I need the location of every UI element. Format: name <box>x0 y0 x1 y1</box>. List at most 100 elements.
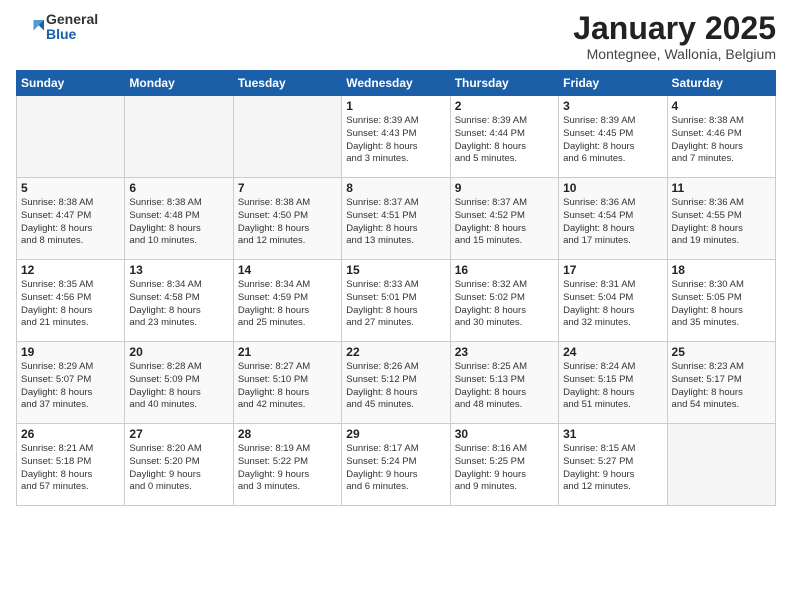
day-num-2-2: 14 <box>238 263 337 277</box>
page: General Blue January 2025 Montegnee, Wal… <box>0 0 792 612</box>
day-num-3-6: 25 <box>672 345 771 359</box>
logo-icon <box>16 13 44 41</box>
cell-3-6: 25 Sunrise: 8:23 AMSunset: 5:17 PMDayligh… <box>667 342 775 424</box>
cell-1-5: 10 Sunrise: 8:36 AMSunset: 4:54 PMDayligh… <box>559 178 667 260</box>
day-info-4-5: Sunrise: 8:15 AMSunset: 5:27 PMDaylight:… <box>563 443 662 494</box>
day-info-3-4: Sunrise: 8:25 AMSunset: 5:13 PMDaylight:… <box>455 361 554 412</box>
cell-4-5: 31 Sunrise: 8:15 AMSunset: 5:27 PMDayligh… <box>559 424 667 506</box>
day-info-2-4: Sunrise: 8:32 AMSunset: 5:02 PMDaylight:… <box>455 279 554 330</box>
week-row-2: 12Sunrise: 8:35 AMSunset: 4:56 PMDayligh… <box>17 260 776 342</box>
header-sunday: Sunday <box>17 71 125 96</box>
cell-3-0: 19Sunrise: 8:29 AMSunset: 5:07 PMDayligh… <box>17 342 125 424</box>
cell-1-1: 6 Sunrise: 8:38 AMSunset: 4:48 PMDaylight… <box>125 178 233 260</box>
cell-0-6: 4 Sunrise: 8:38 AMSunset: 4:46 PMDaylight… <box>667 96 775 178</box>
day-info-1-1: Sunrise: 8:38 AMSunset: 4:48 PMDaylight:… <box>129 197 228 248</box>
day-info-2-6: Sunrise: 8:30 AMSunset: 5:05 PMDaylight:… <box>672 279 771 330</box>
cell-4-3: 29 Sunrise: 8:17 AMSunset: 5:24 PMDayligh… <box>342 424 450 506</box>
day-num-3-1: 20 <box>129 345 228 359</box>
day-num-4-5: 31 <box>563 427 662 441</box>
logo: General Blue <box>16 12 98 43</box>
day-info-4-0: Sunrise: 8:21 AMSunset: 5:18 PMDaylight:… <box>21 443 120 494</box>
day-num-0-3: 1 <box>346 99 445 113</box>
day-info-3-0: Sunrise: 8:29 AMSunset: 5:07 PMDaylight:… <box>21 361 120 412</box>
cell-2-1: 13Sunrise: 8:34 AMSunset: 4:58 PMDayligh… <box>125 260 233 342</box>
day-num-2-6: 18 <box>672 263 771 277</box>
day-num-1-1: 6 <box>129 181 228 195</box>
header-saturday: Saturday <box>667 71 775 96</box>
day-num-4-4: 30 <box>455 427 554 441</box>
cell-4-2: 28 Sunrise: 8:19 AMSunset: 5:22 PMDayligh… <box>233 424 341 506</box>
day-num-4-1: 27 <box>129 427 228 441</box>
logo-general: General <box>46 12 98 27</box>
cell-4-1: 27 Sunrise: 8:20 AMSunset: 5:20 PMDayligh… <box>125 424 233 506</box>
day-num-3-2: 21 <box>238 345 337 359</box>
cell-1-2: 7 Sunrise: 8:38 AMSunset: 4:50 PMDaylight… <box>233 178 341 260</box>
cell-0-5: 3Sunrise: 8:39 AMSunset: 4:45 PMDaylight… <box>559 96 667 178</box>
day-info-3-5: Sunrise: 8:24 AMSunset: 5:15 PMDaylight:… <box>563 361 662 412</box>
day-info-3-3: Sunrise: 8:26 AMSunset: 5:12 PMDaylight:… <box>346 361 445 412</box>
cell-0-0 <box>17 96 125 178</box>
cell-3-2: 21 Sunrise: 8:27 AMSunset: 5:10 PMDayligh… <box>233 342 341 424</box>
cell-4-0: 26 Sunrise: 8:21 AMSunset: 5:18 PMDayligh… <box>17 424 125 506</box>
calendar-table: Sunday Monday Tuesday Wednesday Thursday… <box>16 70 776 506</box>
day-num-1-5: 10 <box>563 181 662 195</box>
calendar-subtitle: Montegnee, Wallonia, Belgium <box>573 46 776 62</box>
day-info-4-1: Sunrise: 8:20 AMSunset: 5:20 PMDaylight:… <box>129 443 228 494</box>
header-thursday: Thursday <box>450 71 558 96</box>
day-info-0-5: Sunrise: 8:39 AMSunset: 4:45 PMDaylight:… <box>563 115 662 166</box>
day-info-3-6: Sunrise: 8:23 AMSunset: 5:17 PMDaylight:… <box>672 361 771 412</box>
cell-0-2 <box>233 96 341 178</box>
day-num-1-3: 8 <box>346 181 445 195</box>
day-num-1-4: 9 <box>455 181 554 195</box>
day-info-1-3: Sunrise: 8:37 AMSunset: 4:51 PMDaylight:… <box>346 197 445 248</box>
day-info-2-2: Sunrise: 8:34 AMSunset: 4:59 PMDaylight:… <box>238 279 337 330</box>
cell-2-6: 18 Sunrise: 8:30 AMSunset: 5:05 PMDayligh… <box>667 260 775 342</box>
day-info-0-3: Sunrise: 8:39 AMSunset: 4:43 PMDaylight:… <box>346 115 445 166</box>
header-friday: Friday <box>559 71 667 96</box>
day-num-2-1: 13 <box>129 263 228 277</box>
calendar-title: January 2025 <box>573 12 776 44</box>
logo-blue: Blue <box>46 27 98 42</box>
day-info-4-2: Sunrise: 8:19 AMSunset: 5:22 PMDaylight:… <box>238 443 337 494</box>
header-monday: Monday <box>125 71 233 96</box>
day-info-1-5: Sunrise: 8:36 AMSunset: 4:54 PMDaylight:… <box>563 197 662 248</box>
cell-3-4: 23 Sunrise: 8:25 AMSunset: 5:13 PMDayligh… <box>450 342 558 424</box>
day-num-1-2: 7 <box>238 181 337 195</box>
day-info-0-6: Sunrise: 8:38 AMSunset: 4:46 PMDaylight:… <box>672 115 771 166</box>
day-num-3-4: 23 <box>455 345 554 359</box>
cell-0-1 <box>125 96 233 178</box>
cell-4-4: 30Sunrise: 8:16 AMSunset: 5:25 PMDayligh… <box>450 424 558 506</box>
day-num-1-6: 11 <box>672 181 771 195</box>
day-info-2-0: Sunrise: 8:35 AMSunset: 4:56 PMDaylight:… <box>21 279 120 330</box>
day-info-4-3: Sunrise: 8:17 AMSunset: 5:24 PMDaylight:… <box>346 443 445 494</box>
day-info-0-4: Sunrise: 8:39 AMSunset: 4:44 PMDaylight:… <box>455 115 554 166</box>
day-info-1-2: Sunrise: 8:38 AMSunset: 4:50 PMDaylight:… <box>238 197 337 248</box>
day-info-1-6: Sunrise: 8:36 AMSunset: 4:55 PMDaylight:… <box>672 197 771 248</box>
cell-0-4: 2Sunrise: 8:39 AMSunset: 4:44 PMDaylight… <box>450 96 558 178</box>
header-tuesday: Tuesday <box>233 71 341 96</box>
cell-2-5: 17Sunrise: 8:31 AMSunset: 5:04 PMDayligh… <box>559 260 667 342</box>
day-info-3-2: Sunrise: 8:27 AMSunset: 5:10 PMDaylight:… <box>238 361 337 412</box>
week-row-3: 19Sunrise: 8:29 AMSunset: 5:07 PMDayligh… <box>17 342 776 424</box>
day-num-2-4: 16 <box>455 263 554 277</box>
cell-2-2: 14 Sunrise: 8:34 AMSunset: 4:59 PMDayligh… <box>233 260 341 342</box>
day-num-0-6: 4 <box>672 99 771 113</box>
week-row-0: 1 Sunrise: 8:39 AMSunset: 4:43 PMDaylight… <box>17 96 776 178</box>
day-num-3-3: 22 <box>346 345 445 359</box>
day-num-4-3: 29 <box>346 427 445 441</box>
cell-1-3: 8 Sunrise: 8:37 AMSunset: 4:51 PMDaylight… <box>342 178 450 260</box>
cell-2-0: 12Sunrise: 8:35 AMSunset: 4:56 PMDayligh… <box>17 260 125 342</box>
day-num-4-0: 26 <box>21 427 120 441</box>
cell-1-6: 11 Sunrise: 8:36 AMSunset: 4:55 PMDayligh… <box>667 178 775 260</box>
day-num-2-3: 15 <box>346 263 445 277</box>
day-num-3-5: 24 <box>563 345 662 359</box>
cell-1-4: 9 Sunrise: 8:37 AMSunset: 4:52 PMDaylight… <box>450 178 558 260</box>
cell-4-6 <box>667 424 775 506</box>
day-num-4-2: 28 <box>238 427 337 441</box>
day-info-1-4: Sunrise: 8:37 AMSunset: 4:52 PMDaylight:… <box>455 197 554 248</box>
logo-text: General Blue <box>46 12 98 43</box>
day-info-1-0: Sunrise: 8:38 AMSunset: 4:47 PMDaylight:… <box>21 197 120 248</box>
day-info-2-5: Sunrise: 8:31 AMSunset: 5:04 PMDaylight:… <box>563 279 662 330</box>
title-section: January 2025 Montegnee, Wallonia, Belgiu… <box>573 12 776 62</box>
day-info-3-1: Sunrise: 8:28 AMSunset: 5:09 PMDaylight:… <box>129 361 228 412</box>
